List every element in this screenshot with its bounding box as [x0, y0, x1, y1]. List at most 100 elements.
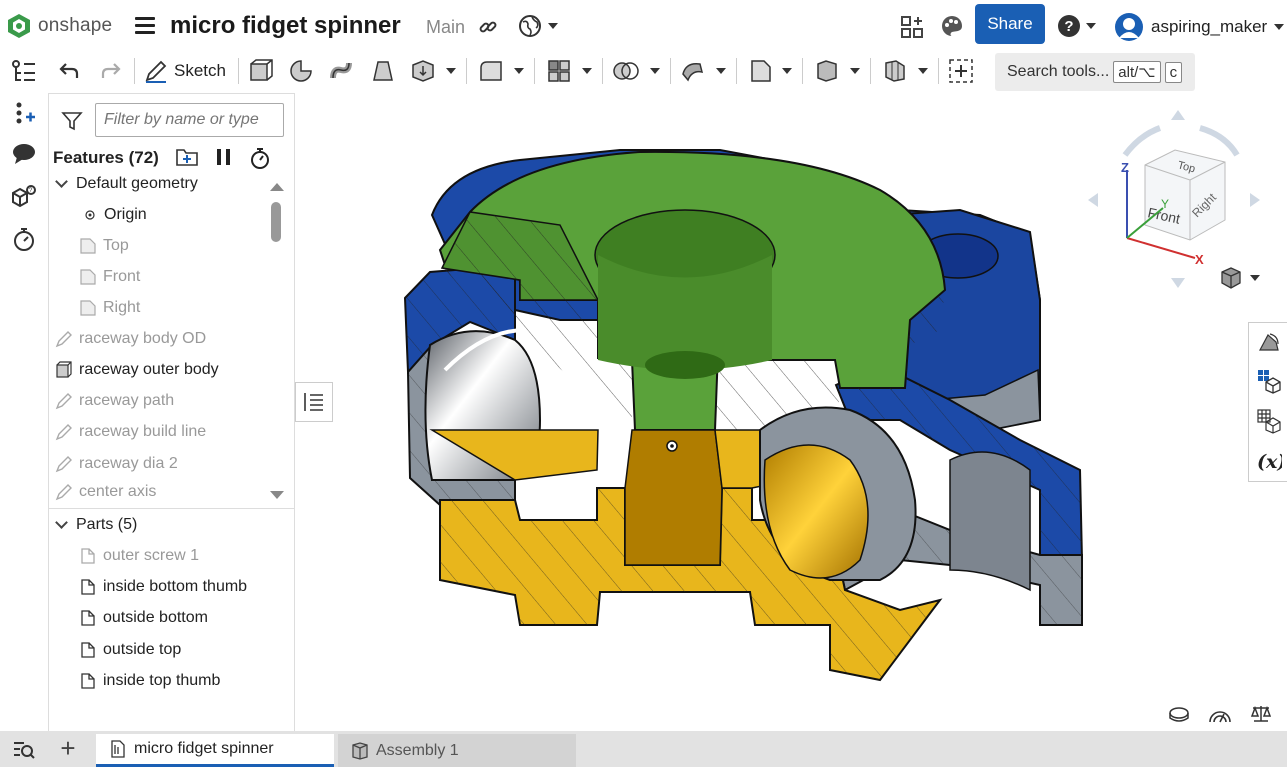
extrude-icon [56, 361, 72, 378]
feature-list-icon[interactable] [10, 58, 38, 86]
chevron-down-icon [1086, 23, 1096, 29]
insert-variable-icon[interactable] [10, 100, 38, 128]
onshape-logo[interactable]: onshape [6, 13, 112, 39]
scroll-up-icon[interactable] [270, 183, 284, 191]
add-tab-button[interactable]: + [56, 735, 80, 761]
scrollbar-thumb[interactable] [271, 202, 281, 242]
undo-button[interactable] [58, 56, 80, 86]
tab-assembly[interactable]: Assembly 1 [338, 734, 576, 767]
sweep-tool[interactable] [330, 56, 356, 86]
tree-item[interactable]: raceway build line [55, 418, 285, 446]
share-button[interactable]: Share [975, 4, 1045, 44]
app-store-icon[interactable] [900, 15, 924, 44]
filter-icon[interactable] [61, 110, 83, 137]
view-options-dropdown[interactable] [1220, 266, 1260, 290]
comments-icon[interactable] [10, 140, 38, 168]
group-default-geometry[interactable]: Default geometry [55, 170, 287, 198]
visibility-dropdown[interactable] [518, 14, 558, 38]
plane-icon [80, 269, 96, 285]
tab-part-studio[interactable]: micro fidget spinner [96, 734, 334, 767]
tool-dropdown[interactable] [716, 56, 726, 86]
tree-item[interactable]: raceway dia 2 [55, 450, 285, 478]
branch-label[interactable]: Main [426, 17, 465, 38]
tab-label: micro fidget spinner [134, 740, 274, 757]
add-custom-tool[interactable] [948, 56, 974, 86]
search-tabs-icon[interactable] [12, 740, 36, 765]
tree-item[interactable]: raceway outer body [55, 356, 285, 384]
part-item[interactable]: outside top [79, 636, 309, 664]
plane-icon [80, 238, 96, 254]
tool-dropdown[interactable] [850, 56, 860, 86]
tree-item[interactable]: Right [79, 294, 309, 322]
surface-icon [885, 60, 905, 82]
chevron-down-icon [446, 68, 456, 74]
scroll-down-icon[interactable] [270, 491, 284, 499]
part-item[interactable]: outside bottom [79, 604, 309, 632]
loft-tool[interactable] [370, 56, 396, 86]
balance-icon[interactable] [1250, 704, 1272, 729]
redo-button[interactable] [100, 56, 122, 86]
pause-icon[interactable] [214, 146, 234, 173]
part-icon [81, 642, 95, 658]
measure-icon[interactable] [1168, 704, 1190, 727]
pattern-tool[interactable] [546, 56, 572, 86]
tool-dropdown[interactable] [650, 56, 660, 86]
part-item[interactable]: outer screw 1 [79, 542, 309, 570]
boolean-tool[interactable] [612, 56, 640, 86]
part-label: outside bottom [103, 609, 208, 626]
filter-input[interactable] [95, 103, 284, 137]
user-menu[interactable]: aspiring_maker [1114, 12, 1285, 42]
revolve-tool[interactable] [288, 56, 314, 86]
main-menu-button[interactable] [135, 17, 155, 38]
variable-table-icon[interactable] [1255, 407, 1283, 435]
variables-icon[interactable]: (x) [1255, 447, 1283, 475]
part-icon [81, 548, 95, 564]
onshape-logo-icon [8, 14, 30, 38]
chevron-down-icon [650, 68, 660, 74]
help-menu[interactable]: ? [1058, 15, 1096, 37]
document-title[interactable]: micro fidget spinner [170, 12, 401, 40]
mass-properties-icon[interactable] [1208, 704, 1232, 729]
search-tools-button[interactable]: Search tools... alt/⌥ c [995, 53, 1195, 91]
extrude-tool[interactable] [248, 56, 274, 86]
add-folder-icon[interactable] [175, 146, 199, 173]
sketch-pencil-icon [145, 60, 167, 83]
tree-item[interactable]: raceway path [55, 387, 285, 415]
plane-tool[interactable] [748, 56, 774, 86]
appearance-panel-icon[interactable] [1255, 329, 1283, 357]
link-icon[interactable] [478, 17, 498, 42]
tool-dropdown[interactable] [514, 56, 524, 86]
logo-text: onshape [38, 15, 113, 36]
tree-item[interactable]: Front [79, 263, 309, 291]
tree-item[interactable]: raceway body OD [55, 325, 285, 353]
part-item[interactable]: inside top thumb [79, 667, 309, 695]
sheet-metal-tool[interactable] [814, 56, 840, 86]
parts-library-icon[interactable]: ? [10, 183, 38, 211]
surface-tool[interactable] [882, 56, 908, 86]
tree-item[interactable]: center axis [55, 481, 285, 503]
tool-dropdown[interactable] [918, 56, 928, 86]
transform-tool[interactable] [680, 56, 706, 86]
tool-dropdown[interactable] [782, 56, 792, 86]
configurations-icon[interactable] [1255, 367, 1283, 395]
tool-dropdown[interactable] [446, 56, 456, 86]
part-item[interactable]: inside bottom thumb [79, 573, 309, 601]
part-icon [81, 579, 95, 595]
axis-x-label: X [1195, 252, 1204, 267]
undo-icon [59, 63, 79, 78]
part-icon [81, 673, 95, 689]
learning-center-icon[interactable] [940, 14, 964, 43]
timer-icon[interactable] [10, 225, 38, 253]
thicken-tool[interactable] [410, 56, 436, 86]
part-label: outside top [103, 641, 182, 658]
sketch-button[interactable]: Sketch [144, 56, 226, 86]
tool-dropdown[interactable] [582, 56, 592, 86]
chevron-down-icon [582, 68, 592, 74]
part-label: inside bottom thumb [103, 578, 248, 595]
group-parts[interactable]: Parts (5) [55, 511, 287, 539]
fillet-tool[interactable] [478, 56, 504, 86]
loft-icon [373, 61, 393, 81]
shortcut-key: alt/⌥ [1113, 61, 1161, 83]
tree-item-label: raceway build line [79, 423, 207, 440]
chevron-down-icon [1274, 24, 1285, 30]
